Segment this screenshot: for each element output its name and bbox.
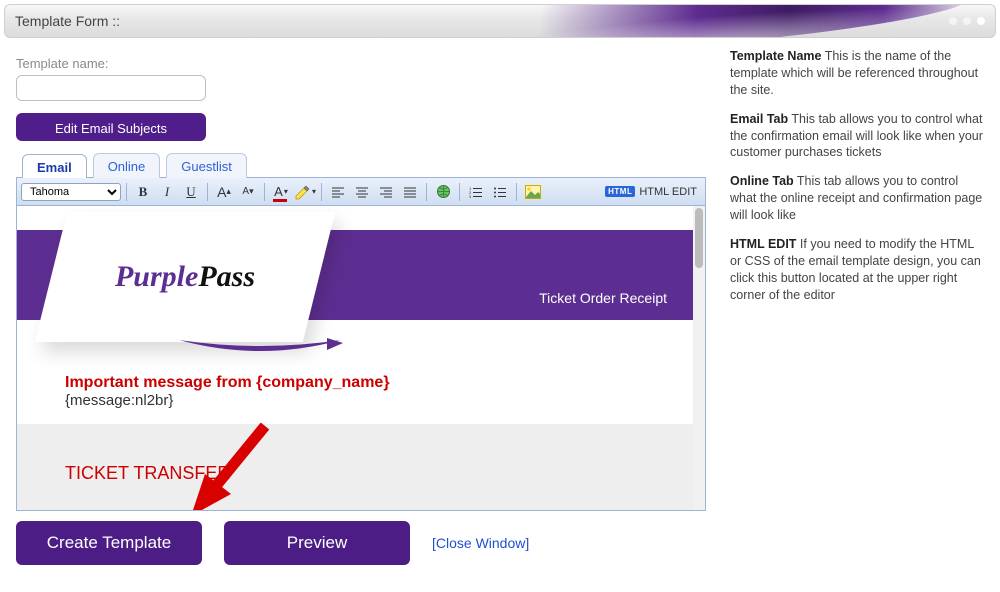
- unordered-list-button[interactable]: [489, 182, 511, 202]
- message-block: Important message from {company_name} {m…: [65, 374, 683, 409]
- html-edit-label: HTML EDIT: [639, 186, 697, 198]
- underline-button[interactable]: U: [180, 182, 202, 202]
- align-center-button[interactable]: [351, 182, 373, 202]
- title-bar: Template Form ::: [4, 4, 996, 38]
- template-name-label: Template name:: [16, 56, 706, 71]
- tab-bar: Email Online Guestlist: [16, 153, 706, 178]
- font-increase-button[interactable]: A▴: [213, 182, 235, 202]
- help-template-name-heading: Template Name: [730, 49, 821, 63]
- highlight-button[interactable]: ▾: [294, 182, 316, 202]
- rich-text-editor: Tahoma B I U A▴ A▾ A▾ ▾: [16, 177, 706, 511]
- scrollbar-thumb[interactable]: [695, 208, 703, 268]
- edit-email-subjects-button[interactable]: Edit Email Subjects: [16, 113, 206, 141]
- html-edit-button[interactable]: HTML HTML EDIT: [605, 186, 701, 198]
- align-justify-button[interactable]: [399, 182, 421, 202]
- help-sidebar: Template Name This is the name of the te…: [720, 38, 1000, 565]
- italic-button[interactable]: I: [156, 182, 178, 202]
- insert-image-button[interactable]: [522, 182, 544, 202]
- close-window-link[interactable]: [Close Window]: [432, 535, 529, 551]
- template-name-input[interactable]: [16, 75, 206, 101]
- message-body: {message:nl2br}: [65, 392, 683, 409]
- logo-swoosh-icon: [177, 338, 343, 356]
- logo-text: PurplePass: [115, 260, 255, 293]
- tab-email[interactable]: Email: [22, 154, 87, 179]
- bottom-actions: Create Template Preview [Close Window]: [0, 521, 720, 565]
- title-bar-text: Template Form ::: [15, 13, 120, 29]
- preview-button[interactable]: Preview: [224, 521, 410, 565]
- tab-guestlist[interactable]: Guestlist: [166, 153, 247, 178]
- ticket-transfer-heading: TICKET TRANSFER: [65, 463, 230, 484]
- help-html-edit-heading: HTML EDIT: [730, 237, 796, 251]
- ordered-list-button[interactable]: 123: [465, 182, 487, 202]
- font-family-select[interactable]: Tahoma: [21, 183, 121, 201]
- html-chip-icon: HTML: [605, 186, 635, 197]
- receipt-title: Ticket Order Receipt: [539, 290, 667, 306]
- font-decrease-button[interactable]: A▾: [237, 182, 259, 202]
- align-left-button[interactable]: [327, 182, 349, 202]
- help-online-tab-heading: Online Tab: [730, 174, 794, 188]
- vertical-scrollbar[interactable]: [693, 206, 705, 510]
- message-title: Important message from {company_name}: [65, 374, 683, 392]
- editor-toolbar: Tahoma B I U A▴ A▾ A▾ ▾: [17, 178, 705, 206]
- titlebar-swoosh: [354, 4, 977, 38]
- svg-text:3: 3: [469, 194, 472, 198]
- create-template-button[interactable]: Create Template: [16, 521, 202, 565]
- insert-link-button[interactable]: [432, 182, 454, 202]
- logo-card: PurplePass: [35, 212, 335, 342]
- tab-online[interactable]: Online: [93, 153, 161, 178]
- font-color-button[interactable]: A▾: [270, 182, 292, 202]
- align-right-button[interactable]: [375, 182, 397, 202]
- bold-button[interactable]: B: [132, 182, 154, 202]
- help-email-tab-heading: Email Tab: [730, 112, 788, 126]
- editor-canvas[interactable]: Ticket Order Receipt PurplePass Importan…: [17, 206, 705, 510]
- titlebar-dots: [949, 17, 985, 25]
